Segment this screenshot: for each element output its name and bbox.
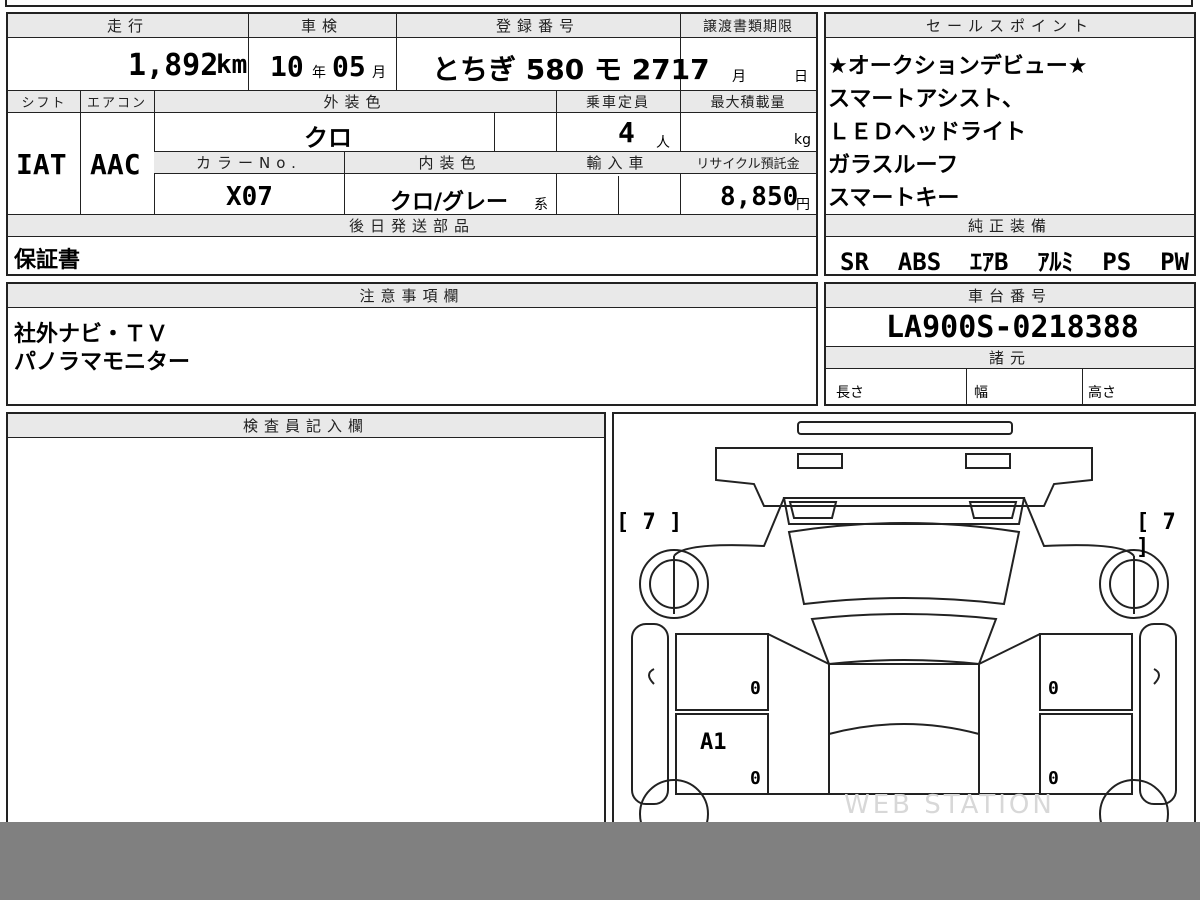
- zero-mark: 0: [1048, 768, 1059, 789]
- left-tire-mark: [ 7 ]: [616, 510, 683, 535]
- mileage-value: 1,892: [128, 48, 219, 83]
- sales-points-box: セールスポイント ★オークションデビュー★ スマートアシスト、 ＬＥＤヘッドライ…: [824, 12, 1196, 276]
- damage-mark-a1: A1: [700, 730, 727, 755]
- chassis-header: 車台番号: [826, 284, 1194, 308]
- spec-width: 幅: [974, 385, 988, 401]
- inspection-year: 10: [270, 50, 304, 83]
- inspector-header: 検査員記入欄: [8, 414, 604, 438]
- shift-header: シフト: [8, 91, 80, 113]
- sales-point-line: スマートキー: [828, 186, 960, 211]
- genuine-equipment-header: 純正装備: [826, 215, 1194, 237]
- sales-points-header: セールスポイント: [826, 14, 1194, 38]
- max-load-unit: kg: [794, 132, 811, 148]
- recycle-fee-value: 8,850: [720, 182, 799, 212]
- transfer-month-unit: 月: [732, 69, 746, 85]
- inspection-month-unit: 月: [372, 65, 386, 81]
- car-diagram-box: [ 7 ] [ 7 ] A1 0 0 0 0 WEB STATION: [612, 412, 1196, 832]
- bottom-overlay-bar: [0, 822, 1200, 900]
- chassis-number: LA900S-0218388: [886, 310, 1139, 345]
- spec-height: 高さ: [1088, 385, 1116, 401]
- notes-line: パノラマモニター: [14, 350, 191, 375]
- sales-point-line: ★オークションデビュー★: [828, 54, 1088, 79]
- inspection-year-unit: 年: [312, 65, 326, 81]
- registration-header: 登録番号: [396, 14, 680, 38]
- recycle-fee-unit: 円: [796, 197, 810, 213]
- zero-mark: 0: [1048, 678, 1059, 699]
- specs-header: 諸元: [826, 347, 1194, 369]
- vehicle-info-table: 走行 車検 登録番号 譲渡書類期限 1,892 km 10 年 05 月 とちぎ…: [6, 12, 818, 276]
- capacity-value: 4: [618, 116, 635, 149]
- sales-point-line: スマートアシスト、: [828, 87, 1025, 112]
- interior-color-suffix: 系: [534, 197, 548, 213]
- sales-point-line: ＬＥＤヘッドライト: [828, 120, 1027, 145]
- later-parts-value: 保証書: [14, 248, 81, 273]
- aircon-value: AAC: [90, 148, 141, 181]
- max-load-header: 最大積載量: [680, 91, 816, 113]
- sales-point-line: ガラスルーフ: [828, 153, 959, 178]
- zero-mark: 0: [750, 678, 761, 699]
- chassis-box: 車台番号 LA900S-0218388 諸元 長さ 幅 高さ: [824, 282, 1196, 406]
- exterior-color-header: 外装色: [154, 91, 556, 113]
- mileage-unit: km: [216, 50, 248, 80]
- shift-value: IAT: [16, 148, 67, 181]
- color-no-header: カラーNo.: [154, 152, 344, 174]
- capacity-header: 乗車定員: [556, 91, 680, 113]
- notes-box: 注意事項欄 社外ナビ・ＴＶ パノラマモニター: [6, 282, 818, 406]
- import-header: 輸入車: [556, 152, 680, 174]
- inspection-month: 05: [332, 50, 366, 83]
- aircon-header: エアコン: [80, 91, 154, 113]
- top-strip: [5, 0, 1193, 7]
- watermark: WEB STATION: [844, 790, 1055, 820]
- zero-mark: 0: [750, 768, 761, 789]
- genuine-equipment-value: SR ABS ｴｱB ｱﾙﾐ PS PW: [840, 248, 1189, 276]
- interior-color-value: クロ/グレー: [390, 190, 509, 215]
- recycle-fee-header: リサイクル預託金: [680, 152, 816, 174]
- capacity-unit: 人: [656, 135, 670, 151]
- notes-header: 注意事項欄: [8, 284, 816, 308]
- transfer-day-unit: 日: [794, 69, 808, 85]
- color-no-value: X07: [226, 182, 273, 212]
- exterior-color-value: クロ: [304, 124, 352, 152]
- later-parts-header: 後日発送部品: [8, 215, 816, 237]
- transfer-deadline-header: 譲渡書類期限: [680, 14, 816, 38]
- registration-plate: とちぎ 580 モ 2717: [432, 53, 710, 86]
- spec-length: 長さ: [836, 385, 864, 401]
- right-tire-mark: [ 7 ]: [1136, 510, 1176, 560]
- inspector-box: 検査員記入欄: [6, 412, 606, 832]
- interior-color-header: 内装色: [344, 152, 556, 174]
- inspection-header: 車検: [248, 14, 396, 38]
- car-diagram: [631, 421, 1177, 830]
- mileage-header: 走行: [8, 14, 248, 38]
